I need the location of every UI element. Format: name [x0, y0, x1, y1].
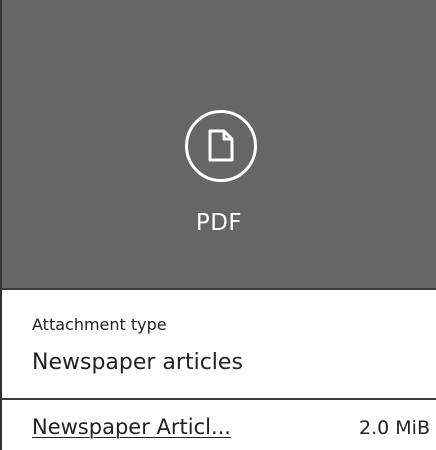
attachment-preview[interactable]: PDF [2, 0, 436, 290]
file-name-link[interactable]: Newspaper Articl... [32, 415, 231, 439]
attachment-card: PDF Attachment type Newspaper articles N… [0, 0, 436, 450]
pdf-file-icon [185, 110, 257, 182]
attachment-type-value: Newspaper articles [32, 350, 243, 375]
file-type-label: PDF [195, 210, 243, 236]
divider [2, 398, 436, 400]
file-size: 2.0 MiB [359, 417, 430, 439]
document-icon [208, 129, 234, 162]
attachment-type-label: Attachment type [32, 315, 167, 334]
